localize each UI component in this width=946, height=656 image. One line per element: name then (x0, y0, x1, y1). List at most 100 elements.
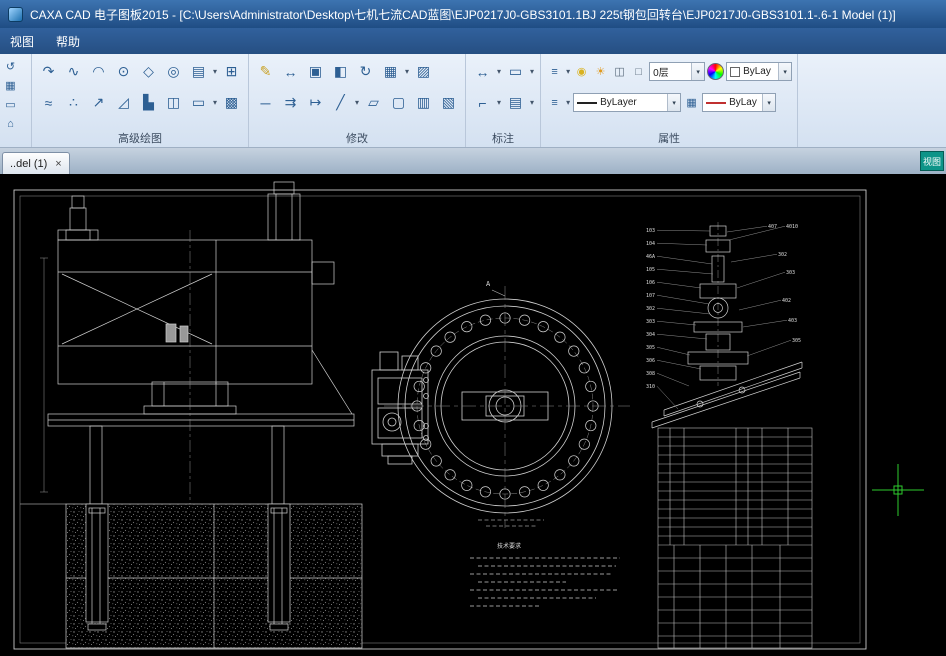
app-icon (8, 7, 23, 22)
layer-lock-icon[interactable]: □ (630, 63, 647, 80)
color-combo[interactable]: ByLay ▾ (726, 62, 792, 81)
color-value: ByLay (743, 66, 771, 77)
menu-items: 视图 帮助 (10, 33, 80, 50)
layer-bulb-icon[interactable]: ◉ (573, 63, 590, 80)
scale-tool-icon[interactable]: ▱ (362, 91, 385, 114)
wave-tool-icon[interactable]: ≈ (37, 91, 60, 114)
cad-drawing-svg: 10310446A1051061073023033043053063083104… (0, 174, 946, 655)
polygon-tool-icon[interactable]: ◇ (137, 60, 160, 83)
linetype-value: ByLayer (600, 97, 637, 108)
mirror-tool-icon[interactable]: ◧ (329, 60, 352, 83)
drawing-text-label: 106 (646, 280, 655, 286)
leader-tool-icon-arrow[interactable]: ▾ (497, 98, 501, 107)
drawing-text-label: 308 (646, 371, 655, 377)
region-fill-tool-icon[interactable]: ▩ (220, 91, 243, 114)
layer-style-icon[interactable]: ≡ (546, 63, 563, 80)
donut-tool-icon[interactable]: ◎ (162, 60, 185, 83)
text-tool-icon[interactable]: ▭ (504, 60, 527, 83)
menu-item-帮助[interactable]: 帮助 (56, 33, 80, 50)
undo-icon[interactable]: ↺ (2, 58, 19, 75)
new-doc-icon[interactable]: ▭ (2, 96, 19, 113)
array-tool-icon[interactable]: ▦ (379, 60, 402, 83)
tab-close-icon[interactable]: × (55, 158, 61, 170)
ribbon-group-2: ✎↔▣◧↻▦▾▨─⇉↦╱▾▱▢▥▧修改 (249, 54, 466, 147)
trim-tool-icon[interactable]: ─ (254, 91, 277, 114)
lineweight-combo-arrow[interactable]: ▾ (762, 94, 775, 111)
home-icon[interactable]: ⌂ (2, 115, 19, 132)
arc-tool-icon[interactable]: ◠ (87, 60, 110, 83)
drawing-text-label: 303 (646, 319, 655, 325)
text-tool-icon-arrow[interactable]: ▾ (530, 67, 534, 76)
title-bar: CAXA CAD 电子图板2015 - [C:\Users\Administra… (0, 0, 946, 28)
solid-fill-tool-icon[interactable]: ▙ (137, 91, 160, 114)
document-tab[interactable]: ..del (1) × (2, 152, 70, 174)
triangle-tool-icon[interactable]: ◿ (112, 91, 135, 114)
drawing-text-label: 305 (792, 338, 801, 344)
quick-tool-strip: ↺ ▦ ▭ ⌂ (0, 54, 32, 147)
table-tool-icon-arrow[interactable]: ▾ (530, 98, 534, 107)
drawing-text-label: 305 (646, 345, 655, 351)
dimension-tool-icon[interactable]: ↔ (471, 60, 494, 83)
drawing-text-label: 304 (646, 332, 655, 338)
ribbon-group-label: 属性 (546, 131, 792, 147)
copy-tool-icon[interactable]: ▣ (304, 60, 327, 83)
spline-tool-icon[interactable]: ∿ (62, 60, 85, 83)
dimension-tool-icon-arrow[interactable]: ▾ (497, 67, 501, 76)
hatch-tool-icon-arrow[interactable]: ▾ (213, 67, 217, 76)
drawing-text-label: 103 (646, 228, 655, 234)
leader-tool-icon[interactable]: ⌐ (471, 91, 494, 114)
document-tab-label: ..del (1) (10, 158, 47, 170)
lineweight-grid-icon[interactable]: ▦ (683, 94, 700, 111)
layer-combo[interactable]: 0层 ▾ (649, 62, 705, 81)
stamp-tool-icon[interactable]: ▨ (412, 60, 435, 83)
explode-tool-icon[interactable]: ▥ (412, 91, 435, 114)
color-combo-arrow[interactable]: ▾ (778, 63, 791, 80)
layer-print-icon[interactable]: ◫ (611, 63, 628, 80)
grid-tool-icon[interactable]: ⊞ (220, 60, 243, 83)
break-tool-icon[interactable]: ▧ (437, 91, 460, 114)
rect-tool-icon-arrow[interactable]: ▾ (213, 98, 217, 107)
center-circle-tool-icon[interactable]: ⊙ (112, 60, 135, 83)
ray-tool-icon[interactable]: ↗ (87, 91, 110, 114)
drawing-text-label: 4010 (786, 224, 798, 230)
lineweight-combo[interactable]: ByLay ▾ (702, 93, 776, 112)
linetype-style-icon[interactable]: ≡ (546, 94, 563, 111)
drawing-text-label: 105 (646, 267, 655, 273)
sketch-edit-icon[interactable]: ✎ (254, 60, 277, 83)
linetype-combo[interactable]: ByLayer ▾ (573, 93, 681, 112)
drawing-text-label: 306 (646, 358, 655, 364)
view-corner-badge[interactable]: 视图 (920, 151, 944, 171)
layer-style-arrow[interactable]: ▾ (566, 67, 570, 76)
offset-tool-icon[interactable]: ▢ (387, 91, 410, 114)
rect-tool-icon[interactable]: ▭ (187, 91, 210, 114)
layer-combo-arrow[interactable]: ▾ (691, 63, 704, 80)
table-tool-icon[interactable]: ▤ (504, 91, 527, 114)
array-tool-icon-arrow[interactable]: ▾ (405, 67, 409, 76)
color-swatch (730, 67, 740, 77)
linetype-style-arrow[interactable]: ▾ (566, 98, 570, 107)
chamfer-tool-icon[interactable]: ╱ (329, 91, 352, 114)
layer-sun-icon[interactable]: ☀ (592, 63, 609, 80)
chamfer-tool-icon-arrow[interactable]: ▾ (355, 98, 359, 107)
palette-grid-icon[interactable]: ▦ (2, 77, 19, 94)
rotate-tool-icon[interactable]: ↻ (354, 60, 377, 83)
stretch-tool-icon[interactable]: ⇉ (279, 91, 302, 114)
ribbon-group-label: 标注 (471, 131, 535, 147)
extend-tool-icon[interactable]: ↦ (304, 91, 327, 114)
ribbon-group-label: 高级绘图 (37, 131, 243, 147)
linetype-combo-arrow[interactable]: ▾ (667, 94, 680, 111)
window-title: CAXA CAD 电子图板2015 - [C:\Users\Administra… (30, 6, 896, 23)
drawing-text-label: 46A (646, 254, 655, 260)
points-tool-icon[interactable]: ∴ (62, 91, 85, 114)
menu-item-视图[interactable]: 视图 (10, 33, 34, 50)
block-tool-icon[interactable]: ◫ (162, 91, 185, 114)
color-wheel-icon[interactable] (707, 63, 724, 80)
drawing-text-label: 技术要求 (497, 542, 521, 550)
drawing-canvas[interactable]: 10310446A1051061073023033043053063083104… (0, 174, 946, 656)
ribbon: ↺▦▭⌂ ↷∿◠⊙◇◎▤▾⊞≈∴↗◿▙◫▭▾▩高级绘图✎↔▣◧↻▦▾▨─⇉↦╱▾… (0, 54, 946, 148)
curve-tool-icon[interactable]: ↷ (37, 60, 60, 83)
drawing-text-label: 402 (782, 298, 791, 304)
hatch-tool-icon[interactable]: ▤ (187, 60, 210, 83)
move-tool-icon[interactable]: ↔ (279, 60, 302, 83)
ribbon-groups: ↷∿◠⊙◇◎▤▾⊞≈∴↗◿▙◫▭▾▩高级绘图✎↔▣◧↻▦▾▨─⇉↦╱▾▱▢▥▧修… (32, 54, 946, 147)
